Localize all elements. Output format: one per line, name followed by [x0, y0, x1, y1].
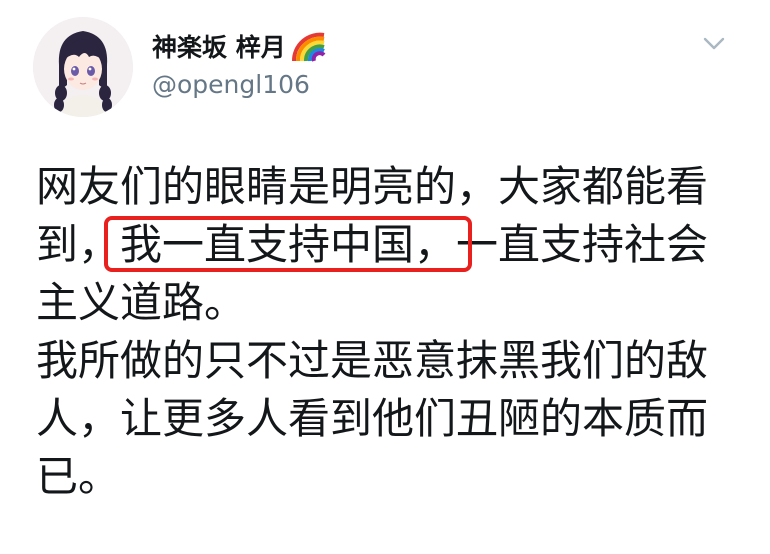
p2-line3: 已。	[36, 452, 121, 501]
chevron-down-icon[interactable]	[703, 36, 725, 52]
rainbow-icon	[291, 32, 326, 62]
avatar[interactable]	[33, 17, 133, 117]
p1-line2-after: 一直支持社会	[456, 220, 709, 269]
tweet-card: 神楽坂 梓月 @opengl106 网友们的眼睛是明亮的，大家都能看 到， 我一直…	[0, 0, 770, 554]
tweet-text: 网友们的眼睛是明亮的，大家都能看 到， 我一直支持中国，一直支持社会 主义道路。 …	[36, 158, 736, 506]
p1-line1: 网友们的眼睛是明亮的，大家都能看	[36, 162, 709, 211]
user-handle[interactable]: @opengl106	[152, 70, 310, 99]
p2-line2: 人，让更多人看到他们丑陋的本质而	[36, 394, 709, 443]
p1-line3: 主义道路。	[36, 278, 247, 327]
highlighted-text: 我一直支持中国，	[120, 220, 457, 269]
highlighted-phrase: 我一直支持中国，	[104, 216, 473, 274]
p1-line2-before: 到，	[36, 220, 121, 269]
paragraph-1: 网友们的眼睛是明亮的，大家都能看 到， 我一直支持中国，一直支持社会 主义道路。	[36, 158, 736, 332]
anime-girl-avatar-icon	[33, 17, 133, 117]
p2-line1: 我所做的只不过是恶意抹黑我们的敌	[36, 336, 709, 385]
display-name[interactable]: 神楽坂 梓月	[152, 28, 328, 64]
paragraph-2: 我所做的只不过是恶意抹黑我们的敌 人，让更多人看到他们丑陋的本质而 已。	[36, 332, 736, 506]
display-name-text: 神楽坂 梓月	[152, 33, 286, 62]
